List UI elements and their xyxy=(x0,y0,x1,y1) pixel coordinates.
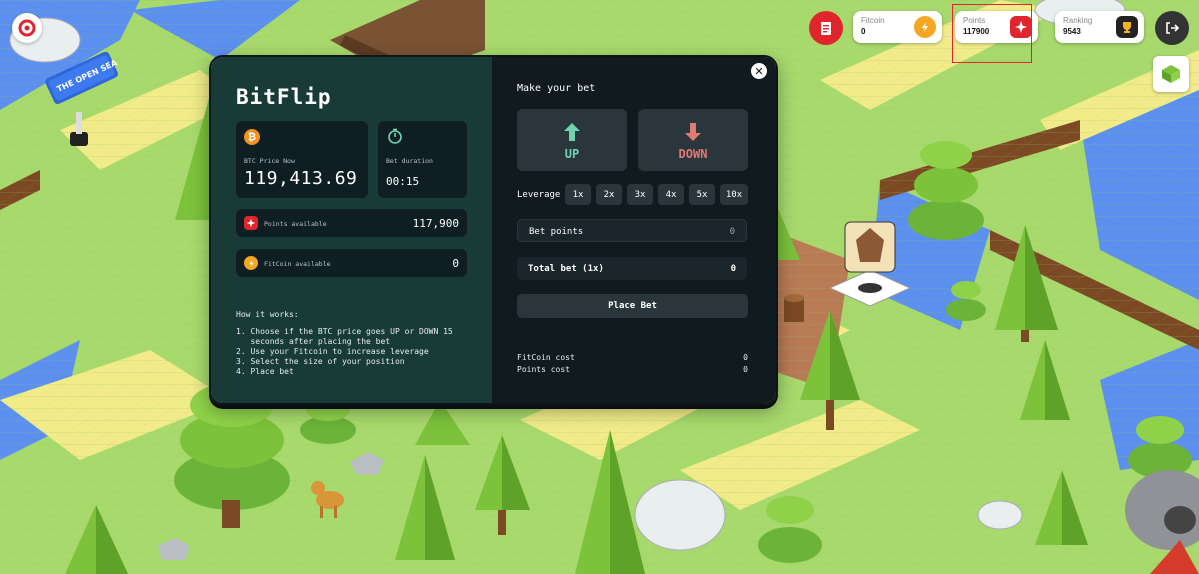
timer-icon xyxy=(388,128,402,144)
how-it-works-steps: 1. Choose if the BTC price goes UP or DO… xyxy=(236,327,453,377)
close-button[interactable]: ✕ xyxy=(751,63,767,79)
how-step: 3. Select the size of your position xyxy=(236,357,405,366)
leverage-label: Leverage xyxy=(517,190,561,200)
total-bet-value: 0 xyxy=(730,264,736,274)
ranking-stat[interactable]: Ranking 9543 xyxy=(1055,11,1144,43)
points-available-card: Points available 117,900 xyxy=(236,209,467,237)
bet-points-label: Bet points xyxy=(529,227,584,237)
fitcoin-available-value: 0 xyxy=(452,257,459,270)
fitcoin-stat[interactable]: Fitcoin 0 xyxy=(853,11,942,43)
fitcoin-cost-value: 0 xyxy=(743,353,748,362)
points-available-icon xyxy=(244,216,258,230)
logo-button[interactable] xyxy=(12,13,42,43)
bet-duration-card: Bet duration 00:15 xyxy=(378,121,467,198)
bitflip-modal: BitFlip ₿ BTC Price Now 119,413.69 Bet d… xyxy=(209,55,778,405)
btc-price-label: BTC Price Now xyxy=(244,157,295,165)
fitcoin-cost-row: FitCoin cost 0 xyxy=(517,353,748,362)
arrow-down-icon xyxy=(685,123,701,141)
leverage-3x[interactable]: 3x xyxy=(627,184,653,205)
place-bet-button[interactable]: Place Bet xyxy=(517,294,748,318)
fitcoin-icon xyxy=(914,16,936,38)
leverage-4x[interactable]: 4x xyxy=(658,184,684,205)
isometric-map-icon xyxy=(1162,65,1180,83)
points-cost-value: 0 xyxy=(743,365,748,374)
fitcoin-available-card: FitCoin available 0 xyxy=(236,249,467,277)
fitcoin-available-icon xyxy=(244,256,258,270)
points-available-value: 117,900 xyxy=(412,217,459,230)
points-highlight-box xyxy=(952,4,1032,63)
how-it-works: How it works: 1. Choose if the BTC price… xyxy=(236,310,453,377)
bet-panel: ✕ Make your bet UP DOWN Leverage 1x 2x 3… xyxy=(492,57,776,403)
down-label: DOWN xyxy=(678,147,708,161)
fitcoin-available-label: FitCoin available xyxy=(264,260,331,268)
make-bet-heading: Make your bet xyxy=(517,83,596,94)
total-bet-label: Total bet (1x) xyxy=(528,264,604,274)
map-view-button[interactable] xyxy=(1153,56,1189,92)
clipboard-icon xyxy=(821,22,831,35)
logo-icon xyxy=(18,19,36,37)
points-cost-row: Points cost 0 xyxy=(517,365,748,374)
points-available-label: Points available xyxy=(264,220,327,228)
arrow-up-icon xyxy=(564,123,580,141)
ranking-stat-value: 9543 xyxy=(1063,27,1081,36)
logout-button[interactable] xyxy=(1155,11,1189,45)
down-button[interactable]: DOWN xyxy=(638,109,748,171)
info-panel: BitFlip ₿ BTC Price Now 119,413.69 Bet d… xyxy=(211,57,492,403)
points-cost-label: Points cost xyxy=(517,365,570,374)
logout-icon xyxy=(1166,22,1180,34)
ranking-stat-label: Ranking xyxy=(1063,16,1093,25)
bet-points-input[interactable]: Bet points 0 xyxy=(517,219,747,242)
fitcoin-cost-label: FitCoin cost xyxy=(517,353,575,362)
modal-title: BitFlip xyxy=(236,85,332,109)
leverage-2x[interactable]: 2x xyxy=(596,184,622,205)
how-step: 1. Choose if the BTC price goes UP or DO… xyxy=(236,327,453,336)
how-step: 2. Use your Fitcoin to increase leverage xyxy=(236,347,429,356)
quests-button[interactable] xyxy=(809,11,843,45)
close-icon: ✕ xyxy=(754,64,764,78)
bet-points-value: 0 xyxy=(729,227,735,237)
leverage-5x[interactable]: 5x xyxy=(689,184,715,205)
bet-duration-label: Bet duration xyxy=(386,157,433,165)
fitcoin-stat-value: 0 xyxy=(861,27,866,36)
how-step: 4. Place bet xyxy=(236,367,294,376)
btc-price-value: 119,413.69 xyxy=(244,168,358,189)
up-label: UP xyxy=(564,147,580,161)
btc-price-card: ₿ BTC Price Now 119,413.69 xyxy=(236,121,368,198)
how-it-works-title: How it works: xyxy=(236,310,299,319)
trophy-icon xyxy=(1116,16,1138,38)
how-step: seconds after placing the bet xyxy=(236,337,391,346)
fitcoin-stat-label: Fitcoin xyxy=(861,16,885,25)
total-bet-row: Total bet (1x) 0 xyxy=(517,257,747,280)
up-button[interactable]: UP xyxy=(517,109,627,171)
bet-duration-value: 00:15 xyxy=(386,175,420,188)
leverage-1x[interactable]: 1x xyxy=(565,184,591,205)
leverage-10x[interactable]: 10x xyxy=(720,184,748,205)
bitcoin-icon: ₿ xyxy=(244,129,260,145)
